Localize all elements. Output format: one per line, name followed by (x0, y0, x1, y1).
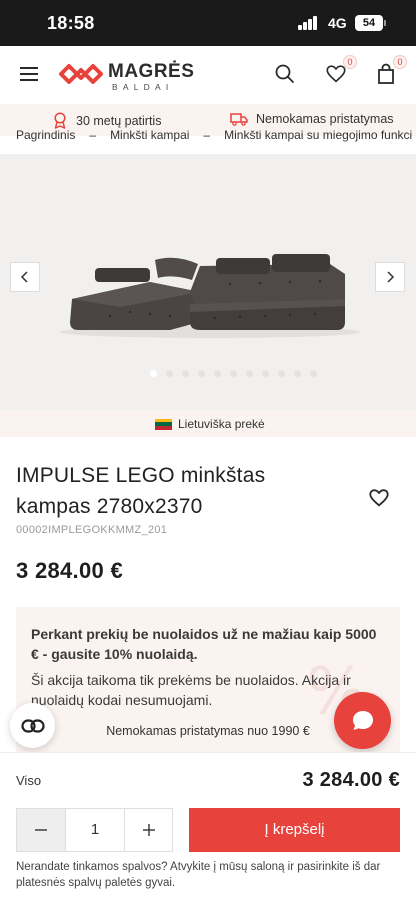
chevron-left-icon (20, 271, 28, 283)
delivery-item: Nemokamas pristatymas (230, 112, 394, 126)
minus-icon (35, 829, 47, 831)
add-to-cart-button[interactable]: Į krepšelį (189, 808, 400, 852)
origin-label: Lietuviška prekė (178, 417, 265, 431)
gallery-dot[interactable] (310, 370, 317, 377)
gallery-dot[interactable] (278, 370, 285, 377)
status-time: 18:58 (47, 13, 95, 33)
chat-bubble-icon (352, 710, 373, 730)
award-icon (54, 112, 66, 129)
cart-count-badge: 0 (393, 55, 407, 69)
breadcrumb: Pagrindinis – Minkšti kampai – Minkšti kampa… (16, 128, 416, 146)
logo-sub: BALDAI (112, 82, 174, 92)
product-title: IMPULSE LEGO minkštas kampas 2780x2370 (16, 464, 266, 518)
lithuania-flag-icon (155, 418, 172, 430)
gallery-dot[interactable] (198, 370, 205, 377)
total-value: 3 284.00 € (302, 769, 400, 791)
wishlist-count-badge: 0 (343, 55, 357, 69)
breadcrumb-separator: – (89, 128, 97, 142)
experience-label: 30 metų patirtis (76, 113, 162, 128)
battery-icon: 54 (355, 15, 383, 31)
site-header: MAGRĖS BALDAI 0 0 (0, 46, 416, 104)
total-label: Viso (16, 773, 42, 788)
breadcrumb-category[interactable]: Minkšti kampai (110, 128, 189, 142)
link-icon (20, 718, 45, 733)
breadcrumb-subcategory[interactable]: Minkšti kampai su miegojimo funkci (224, 128, 412, 142)
gallery-dot[interactable] (214, 370, 221, 377)
delivery-label: Nemokamas pristatymas (256, 112, 394, 126)
logo-brand: MAGRĖS (108, 61, 195, 82)
gallery-pagination (150, 370, 317, 377)
product-price: 3 284.00 € (16, 558, 123, 583)
breadcrumb-separator: – (203, 128, 211, 142)
cookie-settings-button[interactable] (10, 703, 55, 748)
quantity-input[interactable]: 1 (65, 809, 125, 851)
chevron-right-icon (387, 271, 395, 283)
quantity-stepper: 1 (16, 808, 173, 852)
gallery-dot[interactable] (150, 370, 157, 377)
color-info-text: Nerandate tinkamos spalvos? Atvykite į m… (16, 861, 381, 889)
search-icon[interactable] (274, 63, 300, 89)
quantity-increase-button[interactable] (125, 809, 172, 851)
breadcrumb-home[interactable]: Pagrindinis (16, 128, 75, 142)
experience-item: 30 metų patirtis (52, 112, 161, 129)
gallery-dot[interactable] (246, 370, 253, 377)
gallery-dot[interactable] (166, 370, 173, 377)
gallery-dot[interactable] (262, 370, 269, 377)
add-to-wishlist-heart-icon[interactable] (368, 487, 390, 509)
promo-strong-text: Perkant prekių be nuolaidos už ne mažiau… (31, 626, 377, 662)
gallery-next-button[interactable] (375, 262, 405, 292)
purchase-bar: Viso 3 284.00 € 1 Į krepšelį (0, 752, 416, 862)
origin-bar: Lietuviška prekė (0, 410, 416, 437)
gallery-prev-button[interactable] (10, 262, 40, 292)
menu-icon[interactable] (20, 67, 38, 81)
product-gallery[interactable] (0, 154, 416, 410)
truck-icon (230, 113, 248, 126)
chat-button[interactable] (334, 692, 391, 749)
gallery-dot[interactable] (230, 370, 237, 377)
promo-plain-text: Ši akcija taikoma tik prekėms be nuolaid… (31, 672, 351, 708)
gallery-dot[interactable] (182, 370, 189, 377)
signal-icon (298, 16, 320, 30)
gallery-dot[interactable] (294, 370, 301, 377)
plus-icon (142, 824, 155, 836)
product-sku: 00002IMPLEGOKKMMZ_201 (16, 524, 168, 536)
status-bar: 18:58 4G 54 (0, 0, 416, 46)
battery-tip (384, 20, 386, 26)
quantity-decrease-button[interactable] (17, 809, 65, 851)
logo-mark-icon (59, 64, 103, 84)
site-logo[interactable]: MAGRĖS BALDAI (58, 57, 198, 93)
network-label: 4G (328, 15, 347, 31)
